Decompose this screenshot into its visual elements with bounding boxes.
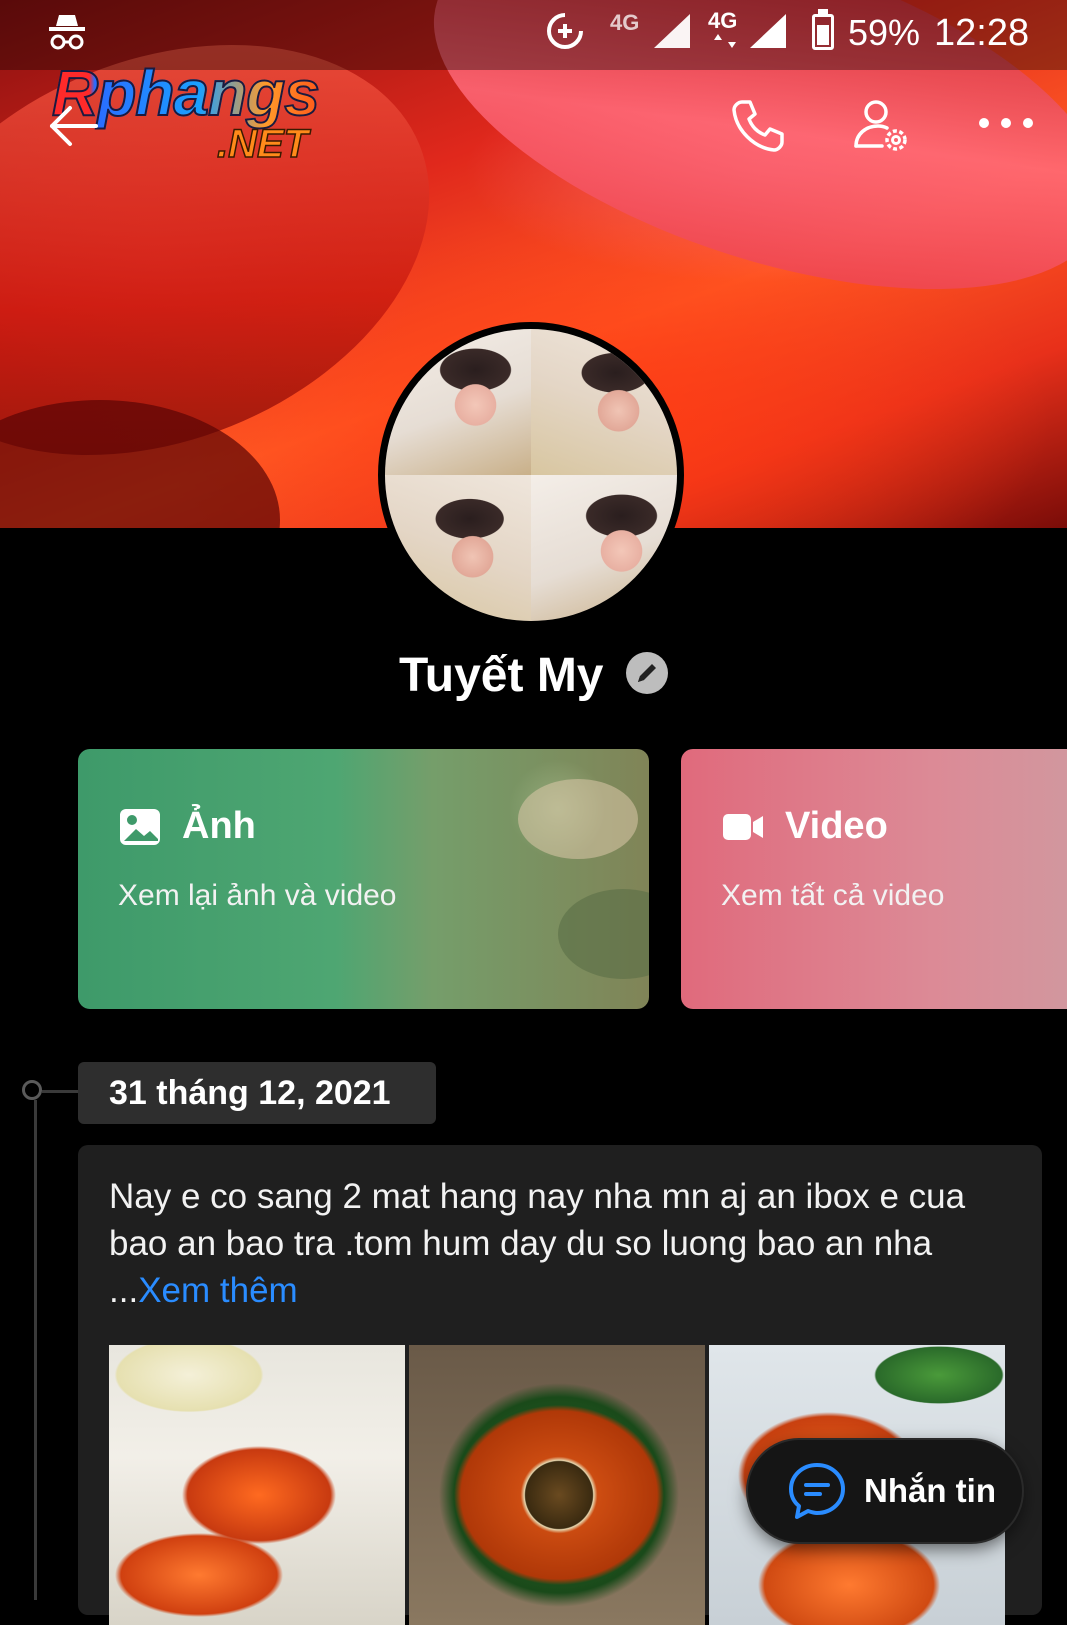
watermark-sub: .NET bbox=[216, 121, 309, 167]
avatar-photo-tile bbox=[385, 475, 531, 621]
avatar[interactable] bbox=[378, 322, 684, 628]
profile-name-row: Tuyết My bbox=[0, 648, 1067, 708]
data-saver-icon bbox=[547, 13, 583, 49]
photos-card-title: Ảnh bbox=[182, 805, 256, 847]
avatar-photo-tile bbox=[531, 475, 677, 621]
user-gear-icon[interactable] bbox=[852, 96, 912, 156]
timeline-connector bbox=[42, 1090, 78, 1093]
signal-icon bbox=[654, 14, 690, 48]
photo-preview-shape bbox=[518, 779, 638, 859]
more-dots-icon[interactable] bbox=[976, 108, 1036, 138]
avatar-photo-tile bbox=[385, 329, 531, 475]
timeline-dot bbox=[22, 1080, 42, 1100]
incognito-icon bbox=[49, 15, 85, 50]
videos-card-title: Video bbox=[785, 805, 888, 847]
profile-name: Tuyết My bbox=[399, 649, 604, 702]
phone-icon[interactable] bbox=[728, 96, 788, 156]
image-icon bbox=[120, 809, 160, 845]
see-more-link[interactable]: Xem thêm bbox=[138, 1271, 298, 1310]
clock: 12:28 bbox=[934, 12, 1030, 54]
message-button[interactable]: Nhắn tin bbox=[748, 1440, 1022, 1542]
message-button-label: Nhắn tin bbox=[864, 1472, 996, 1509]
timeline-line bbox=[34, 1100, 37, 1600]
battery-icon bbox=[812, 14, 834, 50]
data-arrows-icon bbox=[714, 34, 736, 48]
chat-bubble-icon bbox=[789, 1463, 845, 1519]
video-camera-icon bbox=[723, 814, 763, 840]
avatar-photo-tile bbox=[531, 329, 677, 475]
network-type-label: 4G bbox=[610, 10, 640, 35]
timeline-date: 31 tháng 12, 2021 bbox=[78, 1062, 436, 1124]
videos-card[interactable]: Video Xem tất cả video bbox=[681, 749, 1067, 1009]
post-image[interactable] bbox=[109, 1345, 405, 1625]
back-arrow-icon[interactable] bbox=[44, 96, 104, 156]
network-type-label: 4G bbox=[708, 8, 738, 33]
post-text: Nay e co sang 2 mat hang nay nha mn aj a… bbox=[109, 1173, 1019, 1314]
photo-preview-shape bbox=[558, 889, 649, 979]
videos-card-subtitle: Xem tất cả video bbox=[721, 879, 945, 912]
timeline-post[interactable]: Nay e co sang 2 mat hang nay nha mn aj a… bbox=[78, 1145, 1042, 1625]
battery-percent: 59% bbox=[848, 12, 921, 53]
signal-icon bbox=[750, 14, 786, 48]
photos-card-subtitle: Xem lại ảnh và video bbox=[118, 879, 397, 912]
post-image[interactable] bbox=[409, 1345, 705, 1625]
edit-pencil-icon[interactable] bbox=[625, 651, 668, 694]
status-bar: 4G 4G 59% 12:28 bbox=[0, 0, 1067, 64]
photos-card[interactable]: Ảnh Xem lại ảnh và video bbox=[78, 749, 649, 1009]
